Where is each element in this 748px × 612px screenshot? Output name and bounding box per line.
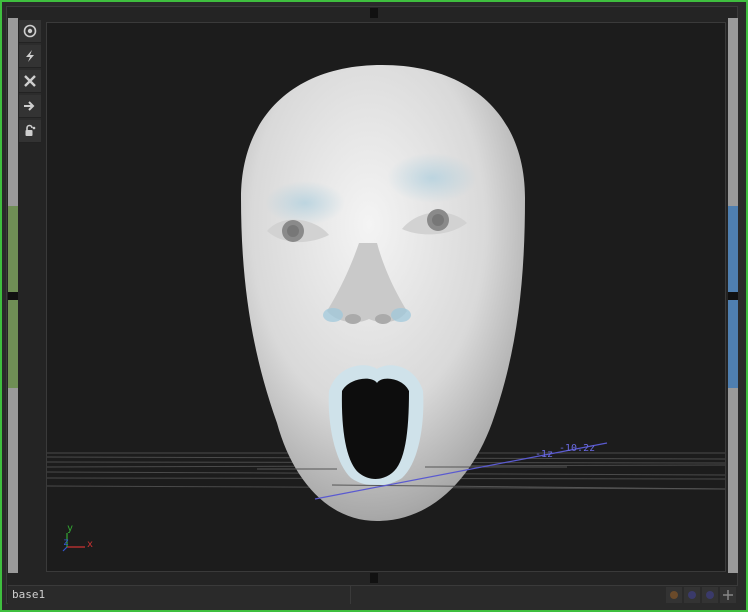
orange-dot-icon — [670, 591, 678, 599]
target-button[interactable] — [19, 20, 41, 43]
bottom-splitter[interactable] — [370, 573, 378, 583]
status-divider — [350, 586, 351, 604]
axis-y-label: y — [67, 523, 74, 534]
3d-viewport[interactable]: -1z -10.2z y x z — [46, 22, 726, 572]
right-strip-segment-lower — [728, 300, 738, 388]
status-button-blue-2[interactable] — [702, 587, 718, 603]
close-button[interactable] — [19, 70, 41, 93]
top-splitter[interactable] — [370, 8, 378, 18]
status-button-pin[interactable] — [720, 587, 736, 603]
lightning-button[interactable] — [19, 45, 41, 68]
axis-z-label: z — [63, 537, 70, 548]
guide-label-near: -1z — [535, 449, 554, 460]
left-strip-segment-lower — [8, 300, 18, 388]
blue-dot-icon — [688, 591, 696, 599]
blue-dot-icon — [706, 591, 714, 599]
status-button-blue-1[interactable] — [684, 587, 700, 603]
left-strip-segment-upper — [8, 206, 18, 292]
pin-icon — [723, 590, 733, 600]
lock-button[interactable] — [19, 120, 41, 143]
right-strip-divider — [728, 292, 738, 300]
axis-x-label: x — [87, 539, 94, 550]
close-icon — [24, 75, 36, 87]
viewer-toolbar — [19, 20, 41, 143]
lightning-icon — [26, 50, 34, 62]
status-bar: base1 — [8, 585, 738, 604]
guide-label-far: -10.2z — [559, 443, 596, 454]
lock-icon — [25, 124, 36, 136]
forward-button[interactable] — [19, 95, 41, 118]
node-name-label: base1 — [12, 588, 46, 601]
status-icons — [666, 587, 736, 603]
left-strip-divider — [8, 292, 18, 300]
left-scroll-strip[interactable] — [8, 18, 18, 573]
right-strip-segment-upper — [728, 206, 738, 292]
status-button-orange[interactable] — [666, 587, 682, 603]
right-scroll-strip[interactable] — [728, 18, 738, 573]
scene-canvas — [47, 64, 725, 552]
arrow-right-icon — [24, 101, 35, 111]
target-icon — [23, 24, 37, 38]
